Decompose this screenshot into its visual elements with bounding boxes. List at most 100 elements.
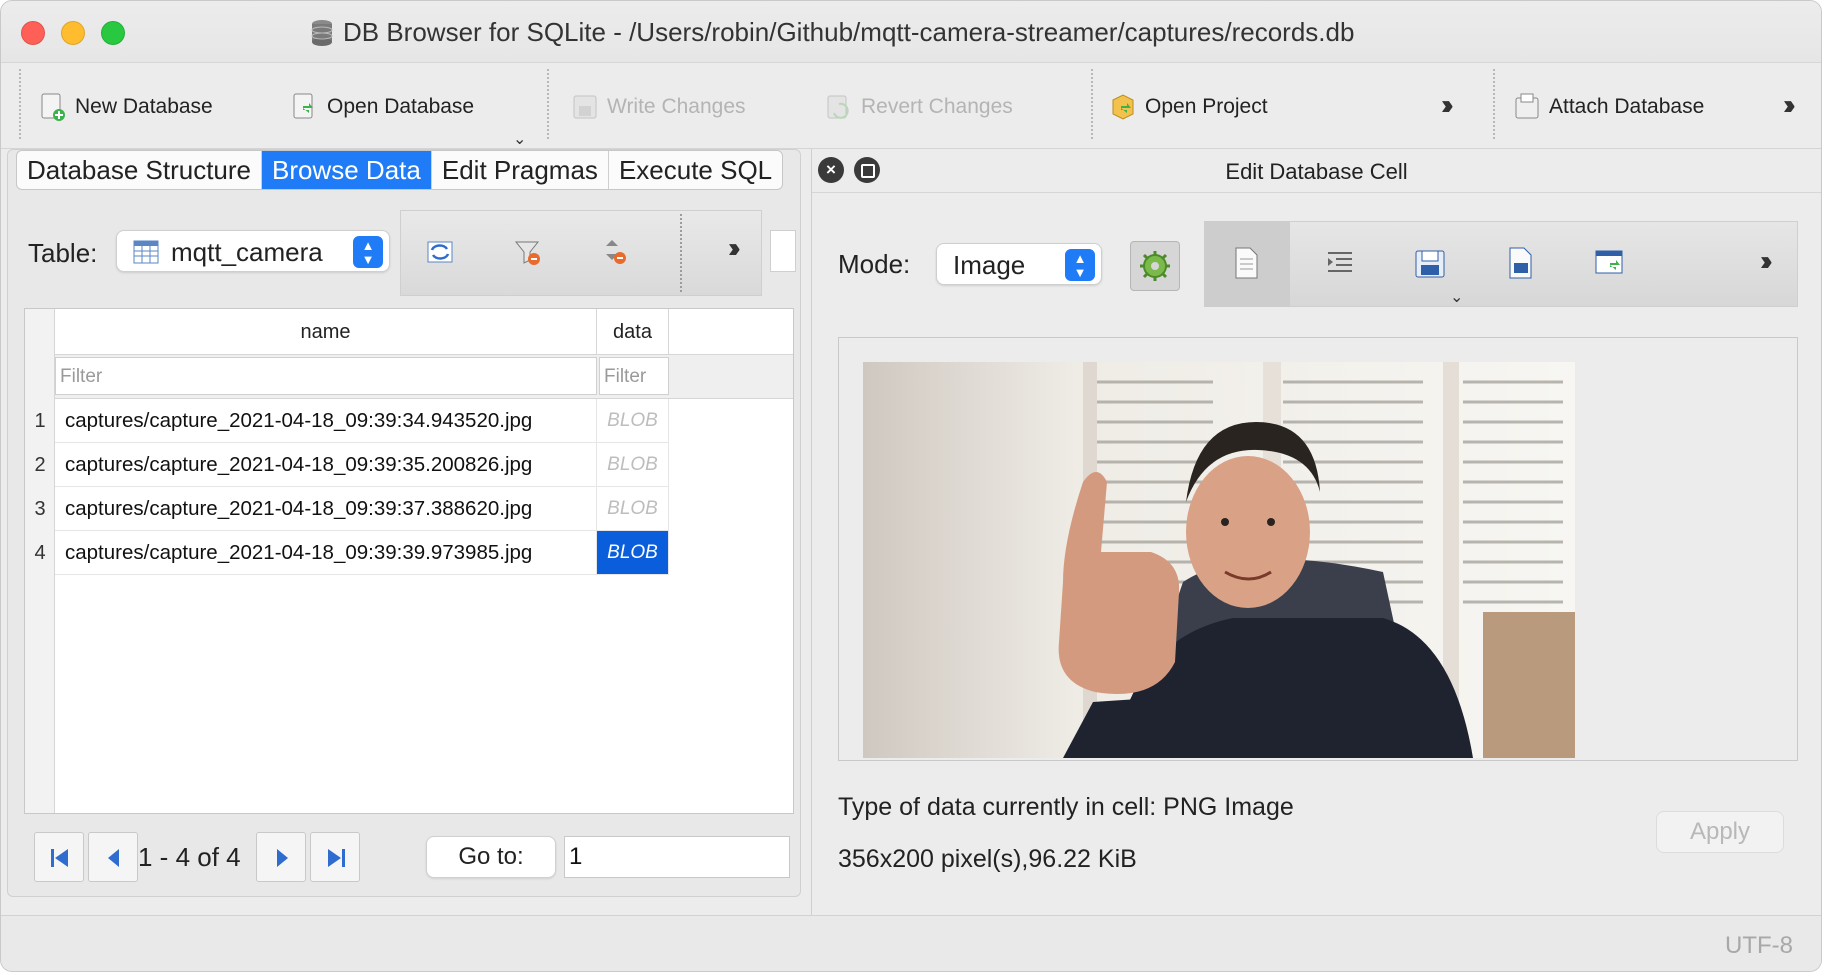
last-page-icon (328, 849, 345, 867)
clear-filters-icon[interactable] (510, 234, 546, 270)
export-to-file-icon[interactable] (1502, 245, 1538, 281)
close-window-button[interactable] (21, 21, 45, 45)
revert-changes-label: Revert Changes (861, 95, 1013, 118)
table-label: Table: (28, 238, 98, 268)
cell-data[interactable]: BLOB (597, 443, 669, 487)
cell-tools-more-icon[interactable]: ›› (1760, 245, 1772, 277)
grid-header: name data (55, 309, 793, 355)
table-row[interactable]: 4 captures/capture_2021-04-18_09:39:39.9… (25, 531, 793, 575)
cell-data-type: Type of data currently in cell: PNG Imag… (838, 793, 1294, 821)
open-database-button[interactable]: Open Database (291, 87, 474, 127)
record-pager: 1 - 4 of 4 Go to: 1 (24, 828, 794, 886)
word-wrap-icon[interactable] (1228, 245, 1264, 281)
table-select-value: mqtt_camera (171, 237, 323, 267)
mode-select[interactable]: Image ▲ ▼ (936, 243, 1102, 285)
indent-icon[interactable] (1322, 245, 1358, 281)
open-in-application-icon[interactable] (1592, 245, 1628, 281)
import-dropdown-icon[interactable]: ⌄ (1450, 287, 1463, 307)
image-viewer (838, 337, 1798, 761)
row-number: 3 (34, 498, 46, 520)
write-changes-button[interactable]: Write Changes (571, 87, 746, 127)
last-page-button[interactable] (310, 832, 360, 882)
table-selector-bar: Table: mqtt_camera ▲ ▼ ›› (26, 210, 796, 298)
column-header-data[interactable]: data (597, 309, 669, 355)
cell-data-selected[interactable]: BLOB (597, 531, 669, 575)
table-row[interactable]: 2 captures/capture_2021-04-18_09:39:35.2… (25, 443, 793, 487)
next-page-button[interactable] (256, 832, 306, 882)
window-title-text: DB Browser for SQLite - /Users/robin/Git… (343, 17, 1355, 47)
edit-cell-panel: × Edit Database Cell Mode: Image ▲ ▼ ⌄ ›… (811, 149, 1821, 915)
app-window: DB Browser for SQLite - /Users/robin/Git… (0, 0, 1822, 972)
new-database-button[interactable]: New Database (39, 87, 213, 127)
import-from-file-icon[interactable] (1412, 245, 1448, 281)
clear-sort-icon[interactable] (598, 234, 634, 270)
cell-name[interactable]: captures/capture_2021-04-18_09:39:39.973… (55, 531, 597, 575)
table-select-stepper-icon: ▲ ▼ (353, 236, 383, 268)
database-icon (311, 19, 333, 46)
open-database-dropdown-icon[interactable]: ⌄ (513, 129, 526, 149)
goto-input[interactable]: 1 (564, 836, 790, 878)
main-toolbar: New Database Open Database ⌄ Write Chang… (1, 63, 1821, 149)
data-grid: name data Filter Filter 1 captures/captu… (24, 308, 794, 814)
write-changes-label: Write Changes (607, 95, 746, 118)
status-bar: UTF-8 (1, 915, 1821, 971)
cell-data-size: 356x200 pixel(s),96.22 KiB (838, 845, 1137, 873)
previous-page-icon (108, 849, 119, 867)
filter-name-input[interactable]: Filter (55, 357, 597, 395)
table-tools-extra-field[interactable] (770, 230, 796, 272)
row-number: 2 (34, 454, 46, 476)
new-database-label: New Database (75, 95, 213, 118)
table-tools-more-icon[interactable]: ›› (728, 232, 740, 264)
cell-tools-bar (1204, 221, 1798, 307)
encoding-indicator[interactable]: UTF-8 (1725, 932, 1793, 960)
cell-data[interactable]: BLOB (597, 487, 669, 531)
table-row[interactable]: 1 captures/capture_2021-04-18_09:39:34.9… (25, 399, 793, 443)
cell-name[interactable]: captures/capture_2021-04-18_09:39:35.200… (55, 443, 597, 487)
open-project-button[interactable]: Open Project (1109, 87, 1268, 127)
filter-row: Filter Filter (55, 355, 793, 399)
toolbar-separator (547, 69, 549, 139)
revert-changes-button[interactable]: Revert Changes (825, 87, 1013, 127)
attach-database-label: Attach Database (1549, 95, 1705, 118)
next-page-icon (277, 849, 288, 867)
table-select[interactable]: mqtt_camera ▲ ▼ (116, 230, 390, 272)
mode-select-value: Image (953, 250, 1026, 280)
toolbar-overflow-icon[interactable]: ›› (1783, 89, 1795, 121)
attach-database-button[interactable]: Attach Database (1513, 87, 1704, 127)
filter-data-input[interactable]: Filter (599, 357, 669, 395)
cell-name[interactable]: captures/capture_2021-04-18_09:39:34.943… (55, 399, 597, 443)
first-page-icon (51, 849, 68, 867)
toolbar-separator (1091, 69, 1093, 139)
minimize-window-button[interactable] (61, 21, 85, 45)
auto-switch-mode-button[interactable] (1130, 241, 1180, 291)
row-number: 4 (34, 542, 46, 564)
previous-page-button[interactable] (88, 832, 138, 882)
row-number: 1 (34, 410, 46, 432)
cell-image-preview[interactable] (863, 362, 1575, 758)
tab-database-structure[interactable]: Database Structure (17, 151, 263, 189)
table-row[interactable]: 3 captures/capture_2021-04-18_09:39:37.3… (25, 487, 793, 531)
column-header-name[interactable]: name (55, 309, 597, 355)
mode-select-stepper-icon: ▲ ▼ (1065, 249, 1095, 281)
goto-button[interactable]: Go to: (426, 836, 556, 878)
mode-label: Mode: (838, 249, 911, 279)
new-database-icon (41, 93, 65, 121)
apply-button[interactable]: Apply (1656, 811, 1784, 853)
first-page-button[interactable] (34, 832, 84, 882)
window-title: DB Browser for SQLite - /Users/robin/Git… (311, 17, 1354, 48)
webcam-photo-image (863, 362, 1575, 758)
tab-browse-data[interactable]: Browse Data (262, 151, 432, 189)
tab-execute-sql[interactable]: Execute SQL (609, 151, 782, 189)
edit-cell-header: × Edit Database Cell (812, 149, 1821, 193)
cell-data[interactable]: BLOB (597, 399, 669, 443)
tools-separator (680, 214, 682, 292)
attach-database-icon (1515, 93, 1539, 119)
refresh-icon[interactable] (422, 234, 458, 270)
cell-name[interactable]: captures/capture_2021-04-18_09:39:37.388… (55, 487, 597, 531)
tab-edit-pragmas[interactable]: Edit Pragmas (432, 151, 609, 189)
title-bar: DB Browser for SQLite - /Users/robin/Git… (1, 1, 1821, 63)
toolbar-more-icon[interactable]: ›› (1441, 89, 1453, 121)
table-icon (133, 240, 159, 264)
main-tab-bar: Database Structure Browse Data Edit Prag… (16, 150, 784, 190)
zoom-window-button[interactable] (101, 21, 125, 45)
